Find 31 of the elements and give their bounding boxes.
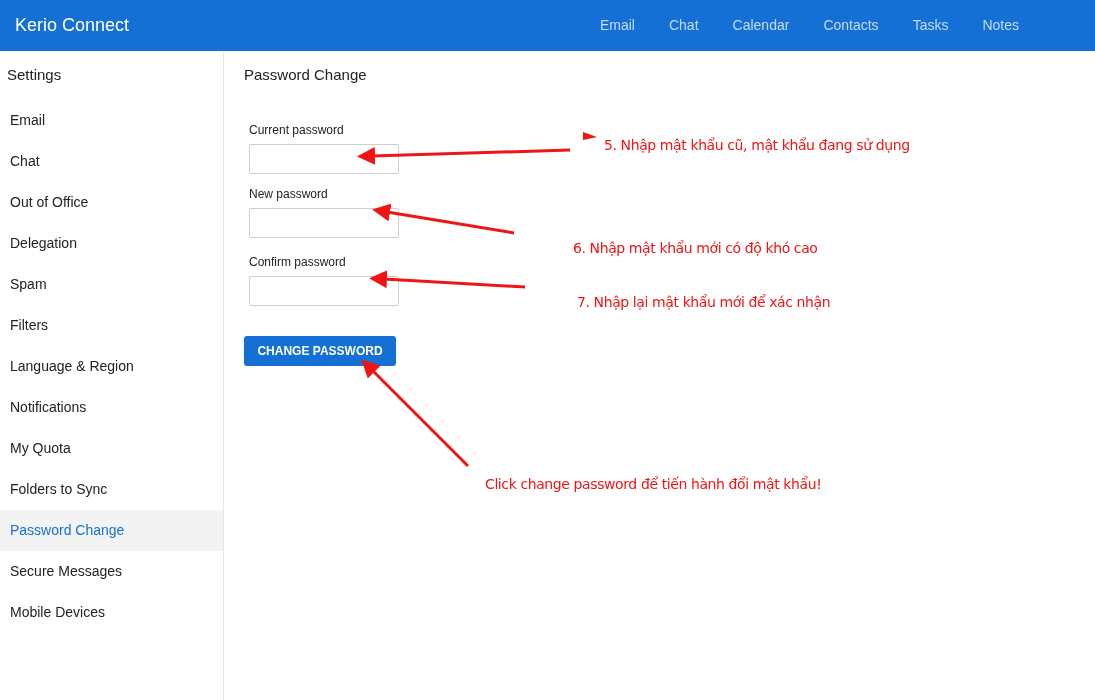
password-field[interactable] [249,207,399,238]
annotation-text: Click change password để tiến hành đổi mật khẩu! [485,475,822,494]
password-field[interactable] [249,275,399,306]
sidebar-item[interactable]: Chat [0,140,223,182]
sidebar-item[interactable]: Mobile Devices [0,591,223,633]
nav-link[interactable]: Email [582,15,652,36]
field-label: Current password [249,121,344,139]
arrowhead-icon [583,132,597,140]
annotation-text: 5. Nhập mật khẩu cũ, mật khẩu đang sử dụng [604,136,910,155]
sidebar-item[interactable]: Folders to Sync [0,468,223,510]
app-title: Kerio Connect [15,14,130,37]
sidebar-item[interactable]: Email [0,99,223,141]
password-field[interactable] [249,143,399,174]
sidebar-item[interactable]: My Quota [0,427,223,469]
nav-link[interactable]: Notes [965,15,1036,36]
sidebar-item[interactable]: Filters [0,304,223,346]
nav-link[interactable]: Tasks [895,15,966,36]
annotation-text: 7. Nhập lại mật khẩu mới để xác nhận [577,293,831,312]
change-password-button[interactable]: CHANGE PASSWORD [244,335,396,366]
page-title: Password Change [244,65,368,85]
sidebar-item[interactable]: Secure Messages [0,550,223,592]
sidebar-item[interactable]: Notifications [0,386,223,428]
sidebar-item[interactable]: Delegation [0,222,223,264]
sidebar-item[interactable]: Out of Office [0,181,223,223]
field-label: Confirm password [249,253,346,271]
sidebar-title: Settings [6,65,63,85]
sidebar-item[interactable]: Password Change [0,509,223,551]
field-label: New password [249,185,328,203]
annotation-text: 6. Nhập mật khẩu mới có độ khó cao [573,239,818,258]
sidebar-item[interactable]: Spam [0,263,223,305]
sidebar-item[interactable]: Language & Region [0,345,223,387]
